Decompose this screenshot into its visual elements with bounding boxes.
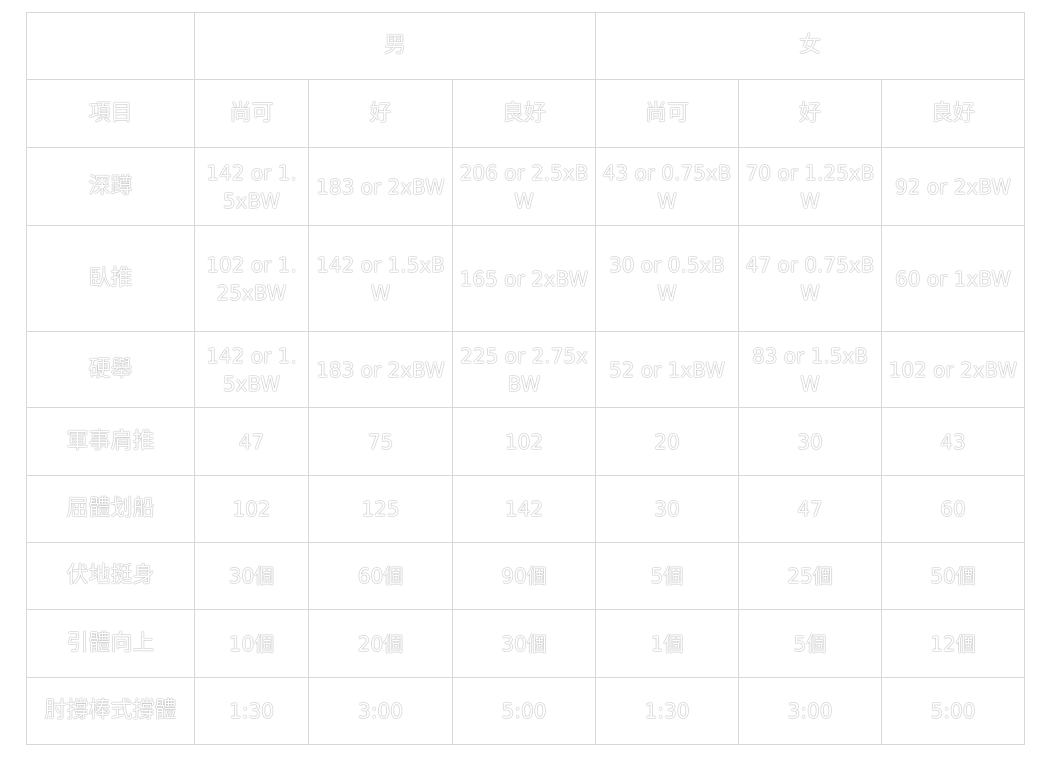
table-row: 深蹲 142 or 1.5xBW 183 or 2xBW 206 or 2.5x…	[26, 147, 1025, 226]
row-label: 深蹲	[26, 147, 195, 226]
row-label: 屈體划船	[26, 475, 195, 543]
table-row: 伏地挺身 30個 60個 90個 5個 25個 50個	[26, 542, 1025, 610]
group-female-header: 女	[595, 12, 1025, 80]
strength-standards-table: 男 女 項目 尚可 好 良好 尚可 好 良好 深蹲 142 or 1.5xBW …	[26, 12, 1025, 745]
table-row: 引體向上 10個 20個 30個 1個 5個 12個	[26, 609, 1025, 678]
row-label: 伏地挺身	[26, 542, 195, 610]
row-label: 肘撐棒式撐體	[26, 677, 195, 745]
table-cell: 102	[194, 475, 309, 543]
level-header-row: 項目 尚可 好 良好 尚可 好 良好	[26, 79, 1025, 148]
table-cell: 50個	[881, 542, 1025, 610]
table-cell: 165 or 2xBW	[452, 225, 596, 332]
table-cell: 10個	[194, 609, 309, 678]
table-cell: 1:30	[595, 677, 739, 745]
table-cell: 183 or 2xBW	[308, 147, 453, 226]
table-cell: 102	[452, 407, 596, 476]
level-header: 良好	[452, 79, 596, 148]
table-cell: 70 or 1.25xBW	[738, 147, 882, 226]
standards-table-container: 男 女 項目 尚可 好 良好 尚可 好 良好 深蹲 142 or 1.5xBW …	[26, 12, 1025, 745]
table-cell: 5個	[595, 542, 739, 610]
row-label: 引體向上	[26, 609, 195, 678]
item-header: 項目	[26, 79, 195, 148]
table-cell: 206 or 2.5xBW	[452, 147, 596, 226]
level-header: 良好	[881, 79, 1025, 148]
table-row: 軍事肩推 47 75 102 20 30 43	[26, 407, 1025, 476]
table-cell: 183 or 2xBW	[308, 331, 453, 408]
table-cell: 47	[738, 475, 882, 543]
table-cell: 142	[452, 475, 596, 543]
table-cell: 30	[595, 475, 739, 543]
table-cell: 5個	[738, 609, 882, 678]
table-cell: 125	[308, 475, 453, 543]
table-cell: 20個	[308, 609, 453, 678]
table-cell: 30 or 0.5xBW	[595, 225, 739, 332]
table-cell: 30個	[194, 542, 309, 610]
table-row: 臥推 102 or 1.25xBW 142 or 1.5xBW 165 or 2…	[26, 225, 1025, 332]
table-cell: 142 or 1.5xBW	[194, 331, 309, 408]
table-cell: 102 or 1.25xBW	[194, 225, 309, 332]
row-label: 臥推	[26, 225, 195, 332]
level-header: 尚可	[194, 79, 309, 148]
level-header: 尚可	[595, 79, 739, 148]
table-cell: 142 or 1.5xBW	[194, 147, 309, 226]
table-cell: 25個	[738, 542, 882, 610]
table-row: 肘撐棒式撐體 1:30 3:00 5:00 1:30 3:00 5:00	[26, 677, 1025, 745]
table-cell: 20	[595, 407, 739, 476]
table-cell: 3:00	[308, 677, 453, 745]
table-row: 屈體划船 102 125 142 30 47 60	[26, 475, 1025, 543]
table-cell: 225 or 2.75xBW	[452, 331, 596, 408]
row-label: 軍事肩推	[26, 407, 195, 476]
table-cell: 43	[881, 407, 1025, 476]
table-cell: 102 or 2xBW	[881, 331, 1025, 408]
group-male-header: 男	[194, 12, 596, 80]
level-header: 好	[738, 79, 882, 148]
level-header: 好	[308, 79, 453, 148]
table-cell: 142 or 1.5xBW	[308, 225, 453, 332]
table-cell: 1:30	[194, 677, 309, 745]
row-label: 硬舉	[26, 331, 195, 408]
table-cell: 1個	[595, 609, 739, 678]
corner-cell	[26, 12, 195, 80]
table-cell: 5:00	[881, 677, 1025, 745]
table-cell: 47	[194, 407, 309, 476]
table-cell: 3:00	[738, 677, 882, 745]
table-cell: 60 or 1xBW	[881, 225, 1025, 332]
table-cell: 12個	[881, 609, 1025, 678]
table-cell: 47 or 0.75xBW	[738, 225, 882, 332]
group-header-row: 男 女	[26, 12, 1025, 80]
table-cell: 92 or 2xBW	[881, 147, 1025, 226]
table-cell: 60	[881, 475, 1025, 543]
table-cell: 5:00	[452, 677, 596, 745]
table-cell: 60個	[308, 542, 453, 610]
table-cell: 90個	[452, 542, 596, 610]
table-cell: 83 or 1.5xBW	[738, 331, 882, 408]
table-cell: 52 or 1xBW	[595, 331, 739, 408]
table-row: 硬舉 142 or 1.5xBW 183 or 2xBW 225 or 2.75…	[26, 331, 1025, 408]
table-cell: 30	[738, 407, 882, 476]
table-cell: 43 or 0.75xBW	[595, 147, 739, 226]
table-cell: 30個	[452, 609, 596, 678]
table-cell: 75	[308, 407, 453, 476]
